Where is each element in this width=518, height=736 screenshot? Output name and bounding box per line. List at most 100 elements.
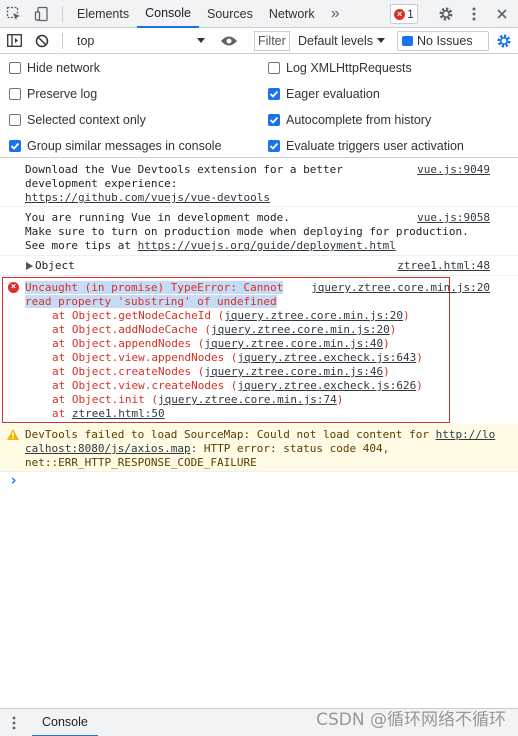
deployment-link[interactable]: https://vuejs.org/guide/deployment.html xyxy=(138,239,396,252)
stack-function: at Object.view.createNodes ( xyxy=(52,379,238,392)
stack-function: at xyxy=(52,407,72,420)
error-circle-icon: × xyxy=(8,282,19,293)
warning-text: : HTTP error: status code 404, xyxy=(190,442,390,455)
checkbox-group-similar[interactable] xyxy=(9,140,21,152)
stack-location-link[interactable]: ztree1.html:50 xyxy=(72,407,165,420)
stack-suffix: ) xyxy=(383,365,390,378)
source-link[interactable]: vue.js:9058 xyxy=(417,211,490,225)
message-line: You are running Vue in development mode. xyxy=(25,211,290,224)
option-hide-network[interactable]: Hide network xyxy=(9,55,100,81)
stack-trace: at Object.getNodeCacheId (jquery.ztree.c… xyxy=(52,309,423,421)
context-value: top xyxy=(77,33,95,48)
stack-location-link[interactable]: jquery.ztree.core.min.js:40 xyxy=(204,337,383,350)
error-line: Uncaught (in promise) TypeError: Cannot xyxy=(25,281,284,295)
option-preserve-log[interactable]: Preserve log xyxy=(9,81,97,107)
issues-icon xyxy=(402,36,413,46)
console-prompt[interactable]: › xyxy=(0,472,518,492)
option-selected-context[interactable]: Selected context only xyxy=(9,107,146,133)
option-eval-triggers[interactable]: Evaluate triggers user activation xyxy=(268,133,464,159)
stack-function: at Object.getNodeCacheId ( xyxy=(52,309,225,322)
tab-network[interactable]: Network xyxy=(261,0,323,28)
stack-location-link[interactable]: jquery.ztree.excheck.js:643 xyxy=(237,351,416,364)
error-count-badge[interactable]: × 1 xyxy=(390,4,418,24)
stack-location-link[interactable]: jquery.ztree.core.min.js:20 xyxy=(211,323,390,336)
kebab-menu-icon[interactable] xyxy=(460,0,488,28)
stack-location-link[interactable]: jquery.ztree.core.min.js:20 xyxy=(224,309,403,322)
stack-frame: at Object.appendNodes (jquery.ztree.core… xyxy=(52,337,423,351)
message-line: Download the Vue Devtools extension for … xyxy=(25,163,343,176)
sidebar-toggle-icon[interactable] xyxy=(0,28,28,54)
option-log-xhr[interactable]: Log XMLHttpRequests xyxy=(268,55,412,81)
drawer-menu-icon[interactable] xyxy=(0,709,28,736)
tab-elements[interactable]: Elements xyxy=(69,0,137,28)
prompt-chevron-icon: › xyxy=(9,471,19,489)
settings-gear-icon[interactable] xyxy=(432,0,460,28)
source-link[interactable]: jquery.ztree.core.min.js:20 xyxy=(311,281,490,295)
stack-location-link[interactable]: jquery.ztree.core.min.js:46 xyxy=(204,365,383,378)
checkmark-icon xyxy=(10,142,20,150)
log-message-object[interactable]: Object ztree1.html:48 xyxy=(0,256,518,276)
error-line: read property 'substring' of undefined xyxy=(25,295,277,309)
console-settings-panel: Hide network Preserve log Selected conte… xyxy=(0,54,518,158)
stack-suffix: ) xyxy=(416,351,423,364)
checkbox-log-xhr[interactable] xyxy=(268,62,280,74)
tab-console[interactable]: Console xyxy=(137,0,199,28)
checkbox-autocomplete[interactable] xyxy=(268,114,280,126)
option-autocomplete[interactable]: Autocomplete from history xyxy=(268,107,431,133)
issues-button[interactable]: No Issues xyxy=(397,31,489,51)
sourcemap-link[interactable]: calhost:8080/js/axios.map xyxy=(25,442,191,455)
tab-sources[interactable]: Sources xyxy=(199,0,261,28)
console-settings-gear-icon[interactable] xyxy=(490,28,518,54)
checkmark-icon xyxy=(269,116,279,124)
source-link[interactable]: ztree1.html:48 xyxy=(397,259,490,273)
live-expression-eye-icon[interactable] xyxy=(215,28,243,54)
stack-suffix: ) xyxy=(416,379,423,392)
log-message-vue-devtools: Download the Vue Devtools extension for … xyxy=(0,158,518,207)
option-label: Evaluate triggers user activation xyxy=(286,139,464,153)
stack-location-link[interactable]: jquery.ztree.excheck.js:626 xyxy=(237,379,416,392)
option-label: Group similar messages in console xyxy=(27,139,222,153)
stack-suffix: ) xyxy=(389,323,397,336)
checkbox-eval-triggers[interactable] xyxy=(268,140,280,152)
drawer-tab-console[interactable]: Console xyxy=(32,709,98,736)
option-group-similar[interactable]: Group similar messages in console xyxy=(9,133,222,159)
source-link[interactable]: vue.js:9049 xyxy=(417,163,490,177)
inspect-element-icon[interactable] xyxy=(0,0,28,28)
filter-input[interactable]: Filter xyxy=(254,31,290,51)
message-text: See more tips at xyxy=(25,239,138,252)
log-levels-label: Default levels xyxy=(298,34,374,48)
stack-suffix: ) xyxy=(383,337,390,350)
checkmark-icon xyxy=(269,142,279,150)
message-line: Make sure to turn on production mode whe… xyxy=(25,225,469,238)
stack-suffix: ) xyxy=(336,393,344,406)
checkbox-preserve-log[interactable] xyxy=(9,88,21,100)
checkbox-selected-context[interactable] xyxy=(9,114,21,126)
stack-function: at Object.addNodeCache ( xyxy=(52,323,211,336)
stack-location-link[interactable]: jquery.ztree.core.min.js:74 xyxy=(158,393,337,406)
stack-frame: at Object.view.createNodes (jquery.ztree… xyxy=(52,379,423,393)
clear-console-icon[interactable] xyxy=(28,28,56,54)
log-levels-dropdown[interactable]: Default levels xyxy=(298,31,386,51)
devtools-link[interactable]: https://github.com/vuejs/vue-devtools xyxy=(25,191,270,205)
console-output[interactable]: Download the Vue Devtools extension for … xyxy=(0,158,518,708)
warning-text: DevTools failed to load SourceMap: Could… xyxy=(25,428,436,441)
close-devtools-icon[interactable] xyxy=(488,0,516,28)
checkbox-eager-eval[interactable] xyxy=(268,88,280,100)
stack-frame: at Object.init (jquery.ztree.core.min.js… xyxy=(52,393,423,407)
expand-triangle-icon[interactable] xyxy=(26,262,33,270)
context-selector[interactable]: top xyxy=(69,30,209,52)
warning-message: DevTools failed to load SourceMap: Could… xyxy=(0,424,518,472)
message-line: development experience: xyxy=(25,177,178,190)
device-toolbar-icon[interactable] xyxy=(28,0,56,28)
stack-frame: at ztree1.html:50 xyxy=(52,407,423,421)
more-tabs-button[interactable]: » xyxy=(323,5,348,23)
toolbar-divider xyxy=(62,32,63,49)
checkmark-icon xyxy=(269,90,279,98)
object-preview[interactable]: Object xyxy=(35,259,75,273)
tabbar-divider xyxy=(62,5,63,22)
sourcemap-link[interactable]: http://lo xyxy=(436,428,496,441)
stack-frame: at Object.view.appendNodes (jquery.ztree… xyxy=(52,351,423,365)
option-eager-eval[interactable]: Eager evaluation xyxy=(268,81,380,107)
csdn-watermark: CSDN @循环网络不循环 xyxy=(316,710,506,730)
checkbox-hide-network[interactable] xyxy=(9,62,21,74)
